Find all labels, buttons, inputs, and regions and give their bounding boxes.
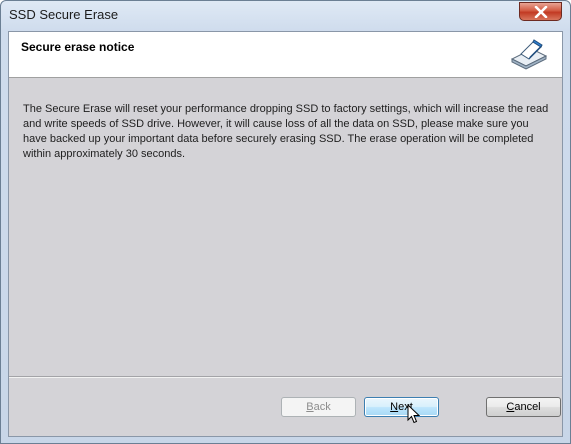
title-bar[interactable]: SSD Secure Erase xyxy=(1,1,570,29)
close-icon xyxy=(534,6,548,18)
next-mnemonic: N xyxy=(390,401,399,413)
window-title: SSD Secure Erase xyxy=(9,7,119,22)
header-title: Secure erase notice xyxy=(21,40,135,54)
wizard-header: Secure erase notice xyxy=(9,32,562,78)
mouse-cursor-icon xyxy=(407,404,420,424)
back-button[interactable]: Back xyxy=(281,397,356,417)
next-button[interactable]: Next xyxy=(364,397,439,417)
back-mnemonic: B xyxy=(306,401,314,413)
notice-text: The Secure Erase will reset your perform… xyxy=(23,103,549,160)
dialog-body: Secure erase notice The Secure Erase wil… xyxy=(8,31,563,437)
back-label-rest: ack xyxy=(313,401,331,413)
cancel-button[interactable]: Cancel xyxy=(486,397,561,417)
eraser-icon xyxy=(509,39,549,76)
dialog-window: SSD Secure Erase Secure erase notice The… xyxy=(0,0,571,444)
close-button[interactable] xyxy=(519,2,562,21)
button-separator xyxy=(9,376,562,378)
cancel-label-rest: ancel xyxy=(514,401,541,413)
